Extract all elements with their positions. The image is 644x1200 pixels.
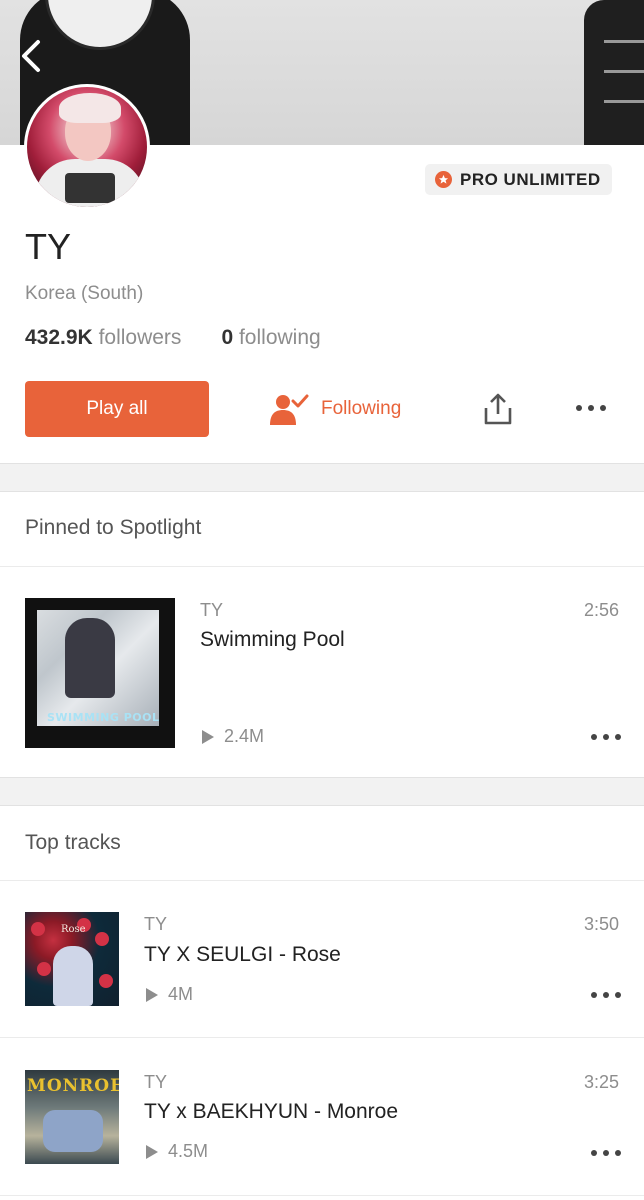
track-plays: 4.5M	[146, 1141, 208, 1162]
track-duration: 3:25	[583, 1072, 619, 1092]
cover-text: SWIMMING POOL	[47, 711, 160, 724]
following-button-label: Following	[321, 398, 402, 419]
track-more-button[interactable]	[591, 985, 621, 1005]
spotlight-section-title: Pinned to Spotlight	[25, 516, 202, 539]
track-title: TY X SEULGI - Rose	[144, 943, 341, 966]
cover-text: Rose	[61, 924, 86, 935]
more-horizontal-icon	[591, 734, 597, 740]
share-button[interactable]	[482, 392, 514, 426]
share-icon	[484, 393, 512, 425]
track-cover-art: Rose	[25, 912, 119, 1006]
more-horizontal-icon	[591, 992, 597, 998]
chevron-left-icon	[22, 40, 40, 72]
following-button[interactable]: Following	[269, 390, 401, 428]
artist-location: Korea (South)	[25, 283, 144, 304]
followers-stat[interactable]: 432.9K followers	[25, 326, 181, 350]
followers-label: followers	[98, 326, 182, 349]
followers-count: 432.9K	[25, 326, 93, 349]
track-duration: 2:56	[583, 600, 619, 620]
top-tracks-section-title: Top tracks	[25, 831, 121, 854]
more-options-button[interactable]	[576, 398, 606, 418]
profile-stats: 432.9K followers 0 following	[25, 326, 321, 350]
cover-text: MONROE	[27, 1076, 119, 1096]
track-artist: TY	[144, 914, 168, 934]
star-icon	[435, 171, 452, 188]
following-count: 0	[221, 326, 234, 349]
more-horizontal-icon	[591, 1150, 597, 1156]
track-plays: 4M	[146, 984, 193, 1005]
more-horizontal-icon	[576, 405, 582, 411]
track-artist: TY	[144, 1072, 168, 1092]
track-more-button[interactable]	[591, 1143, 621, 1163]
banner-figure-right	[584, 0, 644, 145]
track-artist: TY	[200, 600, 224, 620]
track-more-button[interactable]	[591, 727, 621, 747]
track-plays: 2.4M	[202, 726, 264, 747]
track-title: Swimming Pool	[200, 628, 345, 651]
track-title: TY x BAEKHYUN - Monroe	[144, 1100, 399, 1123]
artist-name: TY	[25, 226, 72, 267]
section-divider	[0, 777, 644, 806]
avatar[interactable]	[24, 84, 150, 210]
play-icon	[146, 987, 158, 1002]
pro-unlimited-badge: PRO UNLIMITED	[425, 164, 612, 195]
badge-label: PRO UNLIMITED	[460, 169, 601, 189]
section-divider	[0, 463, 644, 492]
play-all-button[interactable]: Play all	[25, 381, 209, 437]
back-button[interactable]	[16, 36, 52, 76]
spotlight-cover-art: SWIMMING POOL	[25, 598, 175, 748]
play-icon	[146, 1144, 158, 1159]
track-duration: 3:50	[583, 914, 619, 934]
play-icon	[202, 729, 214, 744]
user-check-icon	[270, 394, 309, 425]
following-label: following	[238, 326, 321, 349]
following-stat[interactable]: 0 following	[221, 326, 320, 350]
track-cover-art: MONROE	[25, 1070, 119, 1164]
